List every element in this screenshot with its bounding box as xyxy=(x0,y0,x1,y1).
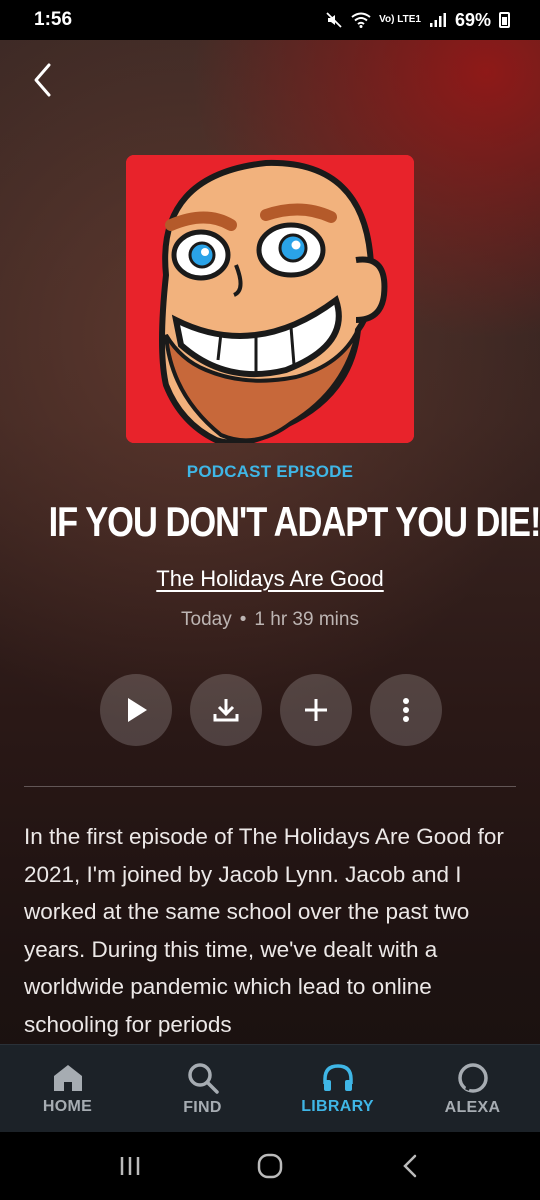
episode-title: IF YOU DON'T ADAPT YOU DIE! xyxy=(48,498,540,545)
show-name-link[interactable]: The Holidays Are Good xyxy=(0,566,540,592)
signal-icon xyxy=(429,13,446,27)
home-system-button[interactable] xyxy=(240,1146,300,1186)
back-arrow-icon xyxy=(403,1154,417,1178)
download-icon xyxy=(213,699,239,722)
headphones-icon xyxy=(322,1063,353,1091)
nav-find-label: FIND xyxy=(183,1098,222,1116)
nav-library-label: LIBRARY xyxy=(301,1097,374,1115)
divider xyxy=(24,786,516,787)
episode-meta: Today • 1 hr 39 mins xyxy=(0,609,540,631)
episode-duration: 1 hr 39 mins xyxy=(254,609,359,630)
home-icon xyxy=(53,1064,82,1091)
nav-find[interactable]: FIND xyxy=(135,1045,270,1132)
episode-artwork xyxy=(126,155,414,443)
status-time: 1:56 xyxy=(34,9,73,30)
chevron-left-icon xyxy=(34,63,51,97)
wifi-icon xyxy=(351,12,371,28)
nav-library[interactable]: LIBRARY xyxy=(270,1045,405,1132)
status-icons: Vo) LTE1 69% xyxy=(325,10,510,31)
more-options-button[interactable] xyxy=(370,674,442,746)
download-button[interactable] xyxy=(190,674,262,746)
nav-home[interactable]: HOME xyxy=(0,1045,135,1132)
add-button[interactable] xyxy=(280,674,352,746)
play-icon xyxy=(128,698,147,722)
recent-apps-icon xyxy=(120,1157,140,1175)
battery-percent: 69% xyxy=(454,9,491,30)
nav-alexa[interactable]: ALEXA xyxy=(405,1045,540,1132)
nav-alexa-label: ALEXA xyxy=(444,1098,501,1116)
battery-icon xyxy=(499,12,510,28)
system-back-button[interactable] xyxy=(380,1146,440,1186)
play-button[interactable] xyxy=(100,674,172,746)
alexa-icon xyxy=(457,1062,488,1093)
content-type-label: PODCAST EPISODE xyxy=(186,462,354,481)
system-navigation-bar xyxy=(0,1132,540,1200)
bottom-navigation: HOME FIND LIBRARY ALEXA xyxy=(0,1044,540,1132)
plus-icon xyxy=(305,699,327,721)
nav-home-label: HOME xyxy=(42,1097,93,1115)
cartoon-face-artwork xyxy=(126,155,414,443)
release-date: Today xyxy=(181,609,232,630)
meta-separator: • xyxy=(239,609,247,630)
network-label: Vo) LTE1 xyxy=(379,14,421,25)
back-button[interactable] xyxy=(22,60,62,100)
mute-icon xyxy=(326,12,342,28)
episode-actions xyxy=(100,674,442,746)
podcast-episode-screen: 1:56 Vo) LTE1 69% PODCAST EPISODE IF YOU… xyxy=(0,0,540,1200)
search-icon xyxy=(187,1062,219,1094)
episode-description: In the first episode of The Holidays Are… xyxy=(24,824,504,1037)
recent-apps-button[interactable] xyxy=(100,1146,160,1186)
home-circle-icon xyxy=(257,1153,283,1179)
more-vertical-icon xyxy=(403,698,409,722)
status-bar: 1:56 Vo) LTE1 69% xyxy=(0,0,540,40)
